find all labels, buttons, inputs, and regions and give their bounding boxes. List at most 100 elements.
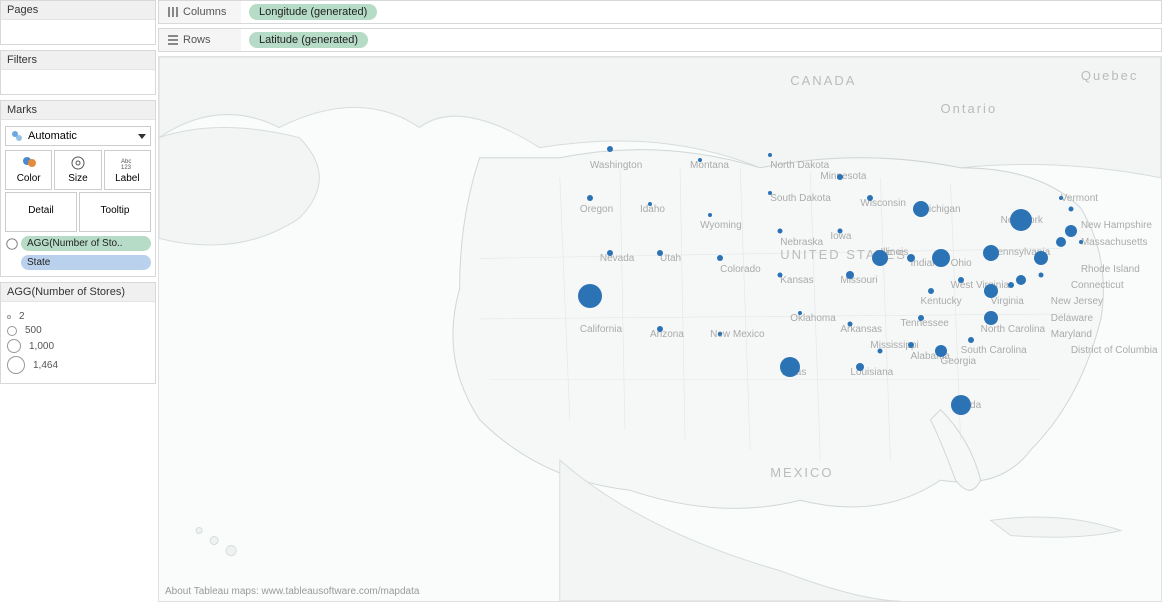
columns-pill[interactable]: Longitude (generated) (249, 4, 377, 20)
map-data-point[interactable] (958, 277, 964, 283)
map-data-point[interactable] (768, 153, 772, 157)
marks-label-label: Label (115, 173, 139, 184)
legend-body: 2500 1,000 1,464 (1, 302, 155, 383)
map-data-point[interactable] (846, 271, 854, 279)
legend-value: 1,464 (33, 360, 58, 371)
map-data-point[interactable] (984, 311, 998, 325)
marks-detail-button[interactable]: Detail (5, 192, 77, 232)
marks-detail-label: Detail (28, 205, 54, 216)
chevron-down-icon (138, 134, 146, 139)
filters-card[interactable]: Filters (0, 50, 156, 95)
legend-item[interactable]: 1,464 (7, 356, 149, 374)
marks-card: Marks Automatic Color Size A (0, 100, 156, 277)
legend-item[interactable]: 1,000 (7, 339, 149, 353)
map-data-point[interactable] (708, 213, 712, 217)
map-data-point[interactable] (878, 348, 883, 353)
map-data-point[interactable] (1038, 272, 1043, 277)
size-icon (70, 155, 86, 171)
map-data-point[interactable] (837, 174, 843, 180)
map-data-point[interactable] (798, 311, 802, 315)
side-panel: Pages Filters Marks Automatic Color (0, 0, 158, 602)
map-data-point[interactable] (578, 284, 602, 308)
map-data-point[interactable] (1010, 209, 1032, 231)
map-data-point[interactable] (838, 229, 843, 234)
map-data-point[interactable] (907, 254, 915, 262)
columns-icon (167, 6, 179, 18)
marks-tooltip-button[interactable]: Tooltip (79, 192, 151, 232)
rows-label: Rows (183, 34, 211, 46)
marks-label-button[interactable]: Abc123 Label (104, 150, 151, 190)
columns-label: Columns (183, 6, 226, 18)
map-data-point[interactable] (587, 195, 593, 201)
map-view[interactable]: About Tableau maps: www.tableausoftware.… (158, 56, 1162, 602)
map-data-point[interactable] (1016, 275, 1026, 285)
columns-shelf[interactable]: Columns Longitude (generated) (158, 0, 1162, 24)
main-panel: Columns Longitude (generated) Rows Latit… (158, 0, 1162, 602)
map-data-point[interactable] (1034, 251, 1048, 265)
rows-shelf[interactable]: Rows Latitude (generated) (158, 28, 1162, 52)
map-data-point[interactable] (1065, 225, 1077, 237)
map-data-point[interactable] (867, 195, 873, 201)
filters-body[interactable] (1, 70, 155, 94)
legend-item[interactable]: 2 (7, 311, 149, 322)
pages-title: Pages (1, 1, 155, 20)
map-data-point[interactable] (648, 202, 652, 206)
map-data-point[interactable] (780, 357, 800, 377)
map-data-point[interactable] (951, 395, 971, 415)
marks-title: Marks (1, 101, 155, 120)
map-data-point[interactable] (968, 337, 974, 343)
automatic-icon (10, 129, 24, 143)
marks-size-pill[interactable]: AGG(Number of Sto.. (21, 236, 151, 251)
marks-color-label: Color (17, 173, 41, 184)
map-data-point[interactable] (778, 229, 783, 234)
color-icon (21, 155, 37, 171)
svg-text:123: 123 (121, 165, 132, 171)
map-data-point[interactable] (932, 249, 950, 267)
map-data-point[interactable] (657, 326, 663, 332)
map-data-point[interactable] (872, 250, 888, 266)
map-data-point[interactable] (984, 284, 998, 298)
legend-circle-icon (7, 356, 25, 374)
map-data-point[interactable] (718, 332, 722, 336)
map-data-point[interactable] (1068, 207, 1073, 212)
map-data-point[interactable] (935, 345, 947, 357)
legend-circle-icon (7, 339, 21, 353)
map-data-point[interactable] (717, 255, 723, 261)
map-data-point[interactable] (908, 342, 914, 348)
filters-title: Filters (1, 51, 155, 70)
legend-item[interactable]: 500 (7, 325, 149, 336)
pages-body[interactable] (1, 20, 155, 44)
legend-value: 2 (19, 311, 25, 322)
map-data-point[interactable] (856, 363, 864, 371)
map-data-point[interactable] (778, 272, 783, 277)
map-data-point[interactable] (1008, 282, 1014, 288)
map-data-point[interactable] (607, 250, 613, 256)
label-icon: Abc123 (119, 155, 135, 171)
marks-size-label: Size (68, 173, 87, 184)
map-data-point[interactable] (983, 245, 999, 261)
legend-circle-icon (7, 326, 17, 336)
map-data-point[interactable] (918, 315, 924, 321)
map-data-point[interactable] (1056, 237, 1066, 247)
map-data-point[interactable] (657, 250, 663, 256)
map-data-point[interactable] (928, 288, 934, 294)
map-data-point[interactable] (1059, 196, 1063, 200)
map-data-point[interactable] (607, 146, 613, 152)
marks-size-button[interactable]: Size (54, 150, 101, 190)
map-data-point[interactable] (848, 321, 853, 326)
map-attribution: About Tableau maps: www.tableausoftware.… (165, 586, 419, 597)
mark-type-dropdown[interactable]: Automatic (5, 126, 151, 146)
map-data-point[interactable] (1079, 240, 1083, 244)
legend-title: AGG(Number of Stores) (1, 283, 155, 302)
rows-pill[interactable]: Latitude (generated) (249, 32, 368, 48)
legend-circle-icon (7, 315, 11, 319)
marks-color-button[interactable]: Color (5, 150, 52, 190)
map-data-point[interactable] (913, 201, 929, 217)
marks-detail-pill[interactable]: State (21, 255, 151, 270)
mark-type-label: Automatic (28, 130, 77, 142)
map-data-point[interactable] (698, 158, 702, 162)
pages-card[interactable]: Pages (0, 0, 156, 45)
map-data-point[interactable] (768, 191, 772, 195)
legend-value: 500 (25, 325, 42, 336)
rows-icon (167, 34, 179, 46)
